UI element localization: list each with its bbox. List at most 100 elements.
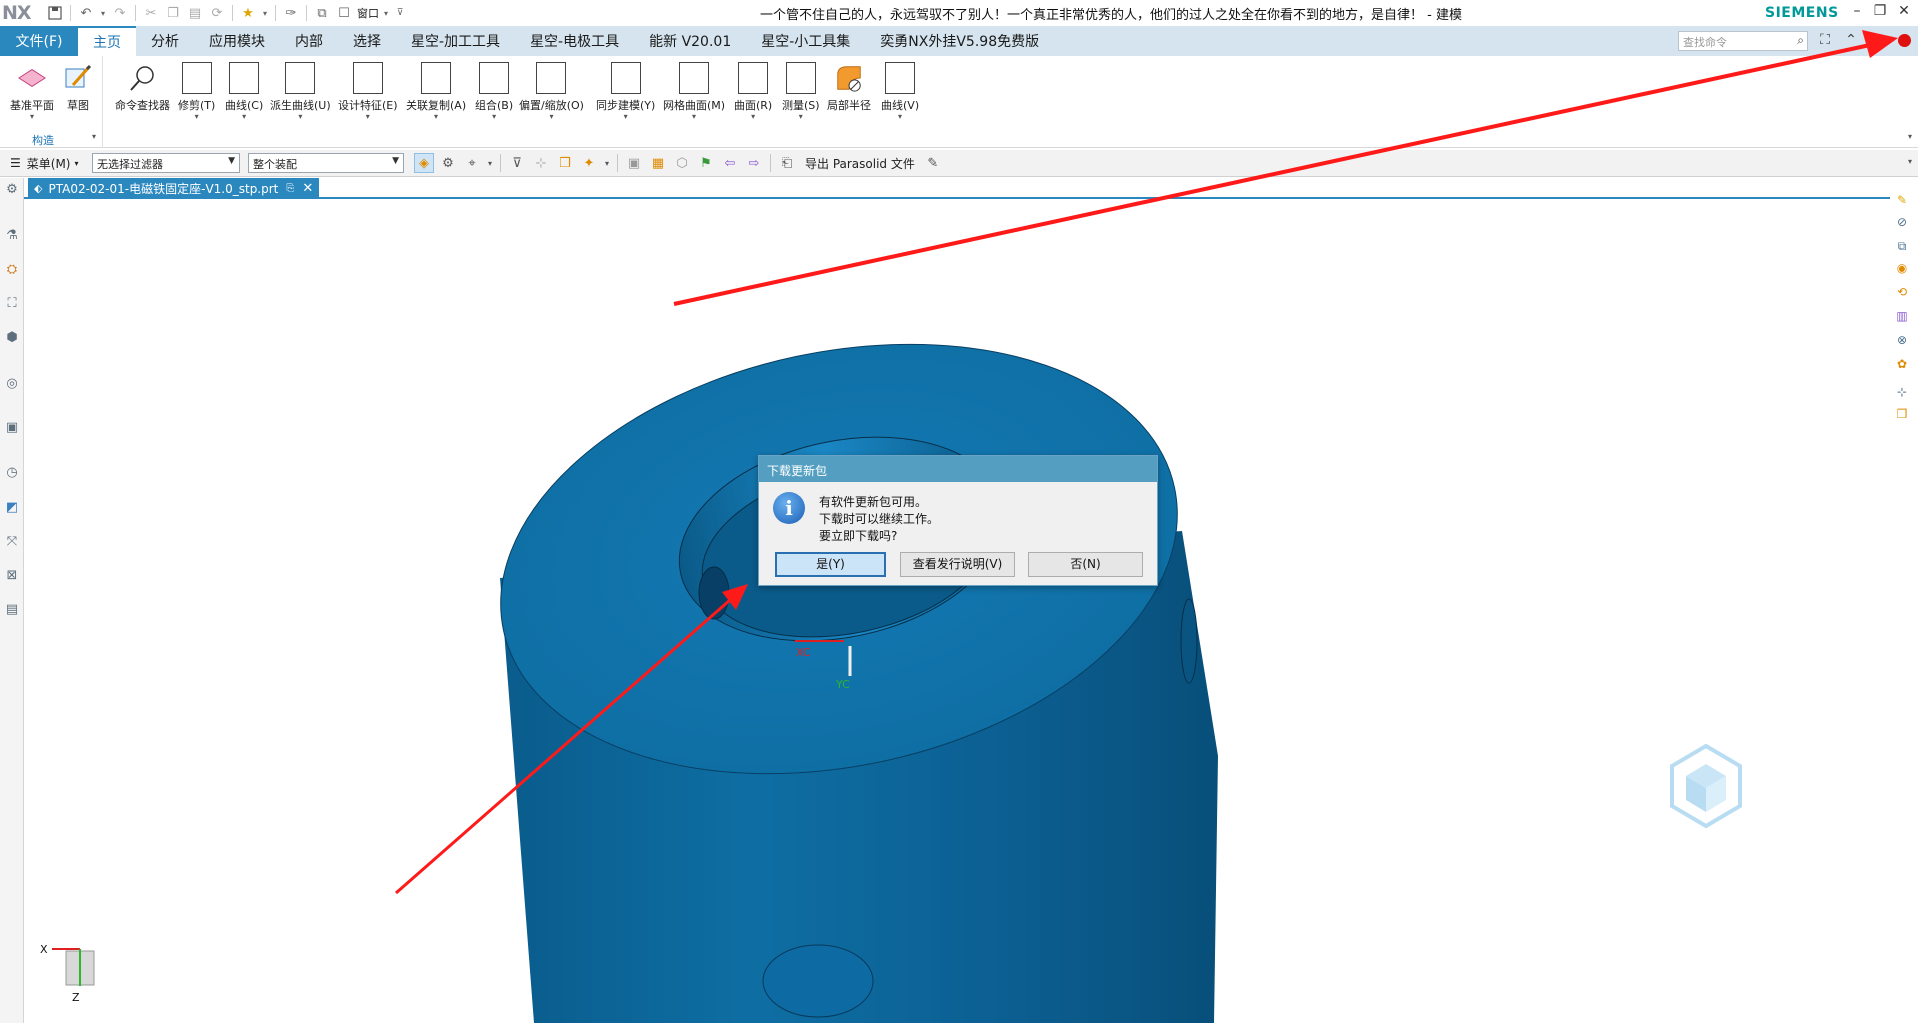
tab-home[interactable]: 主页 xyxy=(78,26,136,56)
paste-icon[interactable]: ▤ xyxy=(186,4,204,22)
show-hide-icon[interactable]: ⧉ xyxy=(1894,238,1910,254)
orient-view-icon[interactable]: ❒ xyxy=(1894,406,1910,422)
close-button[interactable]: ✕ xyxy=(1893,3,1915,21)
part-navigator-icon[interactable]: ⛶ xyxy=(4,296,20,312)
type-filter-select[interactable]: 无选择过滤器 ▼ xyxy=(92,153,240,173)
tab-selection[interactable]: 选择 xyxy=(338,26,396,56)
assembly-navigator-icon[interactable]: ⚗ xyxy=(4,228,20,244)
pencil-highlight-icon[interactable]: ✎ xyxy=(1894,192,1910,208)
copy-icon[interactable]: ❐ xyxy=(164,4,182,22)
settings-gear-icon[interactable]: ⚙ xyxy=(4,182,20,198)
chevron-down-icon[interactable]: ▾ xyxy=(898,113,902,121)
chevron-down-icon[interactable]: ▾ xyxy=(30,113,34,121)
offset-scale-button[interactable]: 偏置/缩放(O) ▾ xyxy=(519,62,584,121)
surface-button[interactable]: 曲面(R) ▾ xyxy=(734,62,772,121)
curve-v-button[interactable]: 曲线(V) ▾ xyxy=(881,62,919,121)
sketch-button[interactable]: 草图 xyxy=(63,62,93,113)
hide-all-icon[interactable]: ⊗ xyxy=(1894,332,1910,348)
customize-quick-access-icon[interactable]: ⊽ xyxy=(395,4,405,22)
touch-mode-icon[interactable]: ✑ xyxy=(282,4,300,22)
search-icon[interactable]: ⌕ xyxy=(1797,33,1804,48)
snap-settings-icon[interactable]: ✦ xyxy=(579,153,599,173)
tab-internal[interactable]: 内部 xyxy=(280,26,338,56)
window-dropdown-icon[interactable]: ▾ xyxy=(381,4,391,22)
wcs-icon[interactable]: ⊹ xyxy=(1894,384,1910,400)
tab-nengxin[interactable]: 能新 V20.01 xyxy=(634,26,746,56)
local-radius-button[interactable]: 局部半径 xyxy=(827,62,871,113)
chevron-down-icon[interactable]: ▾ xyxy=(751,113,755,121)
command-finder-button[interactable]: 命令查找器 xyxy=(115,62,170,113)
collapse-ribbon-icon[interactable]: ⌃ xyxy=(1842,32,1860,50)
flag-icon[interactable]: ⚑ xyxy=(696,153,716,173)
chevron-down-icon[interactable]: ▾ xyxy=(298,113,302,121)
layer-settings-icon[interactable]: ▥ xyxy=(1894,308,1910,324)
full-screen-icon[interactable]: ⛶ xyxy=(1816,32,1834,50)
help-icon[interactable]: ⓘ xyxy=(1866,32,1884,51)
chevron-down-icon[interactable]: ▾ xyxy=(434,113,438,121)
trim-button[interactable]: 修剪(T) ▾ xyxy=(178,62,215,121)
toolbar-options-icon[interactable]: ▾ xyxy=(1908,157,1912,166)
close-icon[interactable]: ✕ xyxy=(302,181,313,196)
arrow-left-icon[interactable]: ⇦ xyxy=(720,153,740,173)
chevron-down-icon[interactable]: ▾ xyxy=(799,113,803,121)
shaded-icon[interactable]: ▦ xyxy=(648,153,668,173)
window-menu[interactable]: 窗口 xyxy=(357,5,379,21)
view-box-icon[interactable]: ▣ xyxy=(624,153,644,173)
snap-point-icon[interactable]: ⌖ xyxy=(462,153,482,173)
select-features-icon[interactable]: ◈ xyxy=(414,153,434,173)
favorite-dropdown-icon[interactable]: ▾ xyxy=(261,4,269,22)
command-search-input[interactable]: 查找命令 ⌕ xyxy=(1678,31,1808,51)
combine-button[interactable]: 组合(B) ▾ xyxy=(475,62,513,121)
chevron-down-icon[interactable]: ▾ xyxy=(692,113,696,121)
record-indicator-icon[interactable] xyxy=(1898,34,1911,47)
chevron-down-icon[interactable]: ▾ xyxy=(366,113,370,121)
chevron-down-icon[interactable]: ▾ xyxy=(624,113,628,121)
pin-icon[interactable]: ⎘ xyxy=(286,183,294,194)
synchronous-modeling-button[interactable]: 同步建模(Y) ▾ xyxy=(596,62,655,121)
hd3d-tools-icon[interactable]: ◎ xyxy=(4,376,20,392)
chevron-down-icon[interactable]: ▾ xyxy=(242,113,246,121)
derived-curve-button[interactable]: 派生曲线(U) ▾ xyxy=(270,62,331,121)
chevron-down-icon[interactable]: ▾ xyxy=(195,113,199,121)
export-parasolid-button[interactable]: 导出 Parasolid 文件 xyxy=(805,155,915,172)
datum-plane-button[interactable]: 基准平面 ▾ xyxy=(10,62,54,121)
chevron-down-icon[interactable]: ▾ xyxy=(492,113,496,121)
system-scenes-icon[interactable]: ▤ xyxy=(4,602,20,618)
ribbon-options-icon[interactable]: ▾ xyxy=(1908,132,1912,141)
undo-icon[interactable]: ↶ xyxy=(77,4,95,22)
chevron-down-icon[interactable]: ▾ xyxy=(549,113,553,121)
selection-scope-select[interactable]: 整个装配 ▼ xyxy=(248,153,404,173)
history-icon[interactable]: ◷ xyxy=(4,465,20,481)
hide-icon[interactable]: ⊘ xyxy=(1894,214,1910,230)
document-tab[interactable]: ⬖ PTA02-02-01-电磁铁固定座-V1.0_stp.prt ⎘ ✕ xyxy=(28,178,320,199)
arrow-right-icon[interactable]: ⇨ xyxy=(744,153,764,173)
tab-file[interactable]: 文件(F) xyxy=(0,26,78,56)
web-browser-icon[interactable]: ▣ xyxy=(4,420,20,436)
view-release-notes-button[interactable]: 查看发行说明(V) xyxy=(900,552,1015,577)
minimize-button[interactable]: – xyxy=(1846,3,1868,21)
associative-copy-button[interactable]: 关联复制(A) ▾ xyxy=(406,62,466,121)
tab-yiyong-plugin[interactable]: 奕勇NX外挂V5.98免费版 xyxy=(865,26,1054,56)
cut-icon[interactable]: ✂ xyxy=(142,4,160,22)
roles-icon[interactable]: ⤧ xyxy=(4,534,20,550)
favorite-star-icon[interactable]: ★ xyxy=(239,4,257,22)
undo-dropdown-icon[interactable]: ▾ xyxy=(99,4,107,22)
pencil-icon[interactable]: ✎ xyxy=(923,153,943,173)
wireframe-icon[interactable]: ⬡ xyxy=(672,153,692,173)
edit-object-display-icon[interactable]: ✿ xyxy=(1894,356,1910,372)
process-studio-icon[interactable]: ◩ xyxy=(4,500,20,516)
curve-button[interactable]: 曲线(C) ▾ xyxy=(225,62,263,121)
system-materials-icon[interactable]: ⊠ xyxy=(4,568,20,584)
invert-visibility-icon[interactable]: ⟲ xyxy=(1894,284,1910,300)
tab-applications[interactable]: 应用模块 xyxy=(194,26,280,56)
restore-button[interactable]: ❐ xyxy=(1869,3,1891,21)
menu-button[interactable]: ☰ 菜单(M) ▾ xyxy=(0,155,92,172)
filter-icon[interactable]: ⊽ xyxy=(507,153,527,173)
tab-xingkong-tools[interactable]: 星空-小工具集 xyxy=(746,26,865,56)
yes-button[interactable]: 是(Y) xyxy=(775,552,886,577)
constraint-navigator-icon[interactable]: ⛭ xyxy=(4,262,20,278)
snap-dropdown-icon[interactable]: ▾ xyxy=(486,153,494,173)
tab-analysis[interactable]: 分析 xyxy=(136,26,194,56)
tab-xingkong-machining[interactable]: 星空-加工工具 xyxy=(396,26,515,56)
save-icon[interactable] xyxy=(46,4,64,22)
